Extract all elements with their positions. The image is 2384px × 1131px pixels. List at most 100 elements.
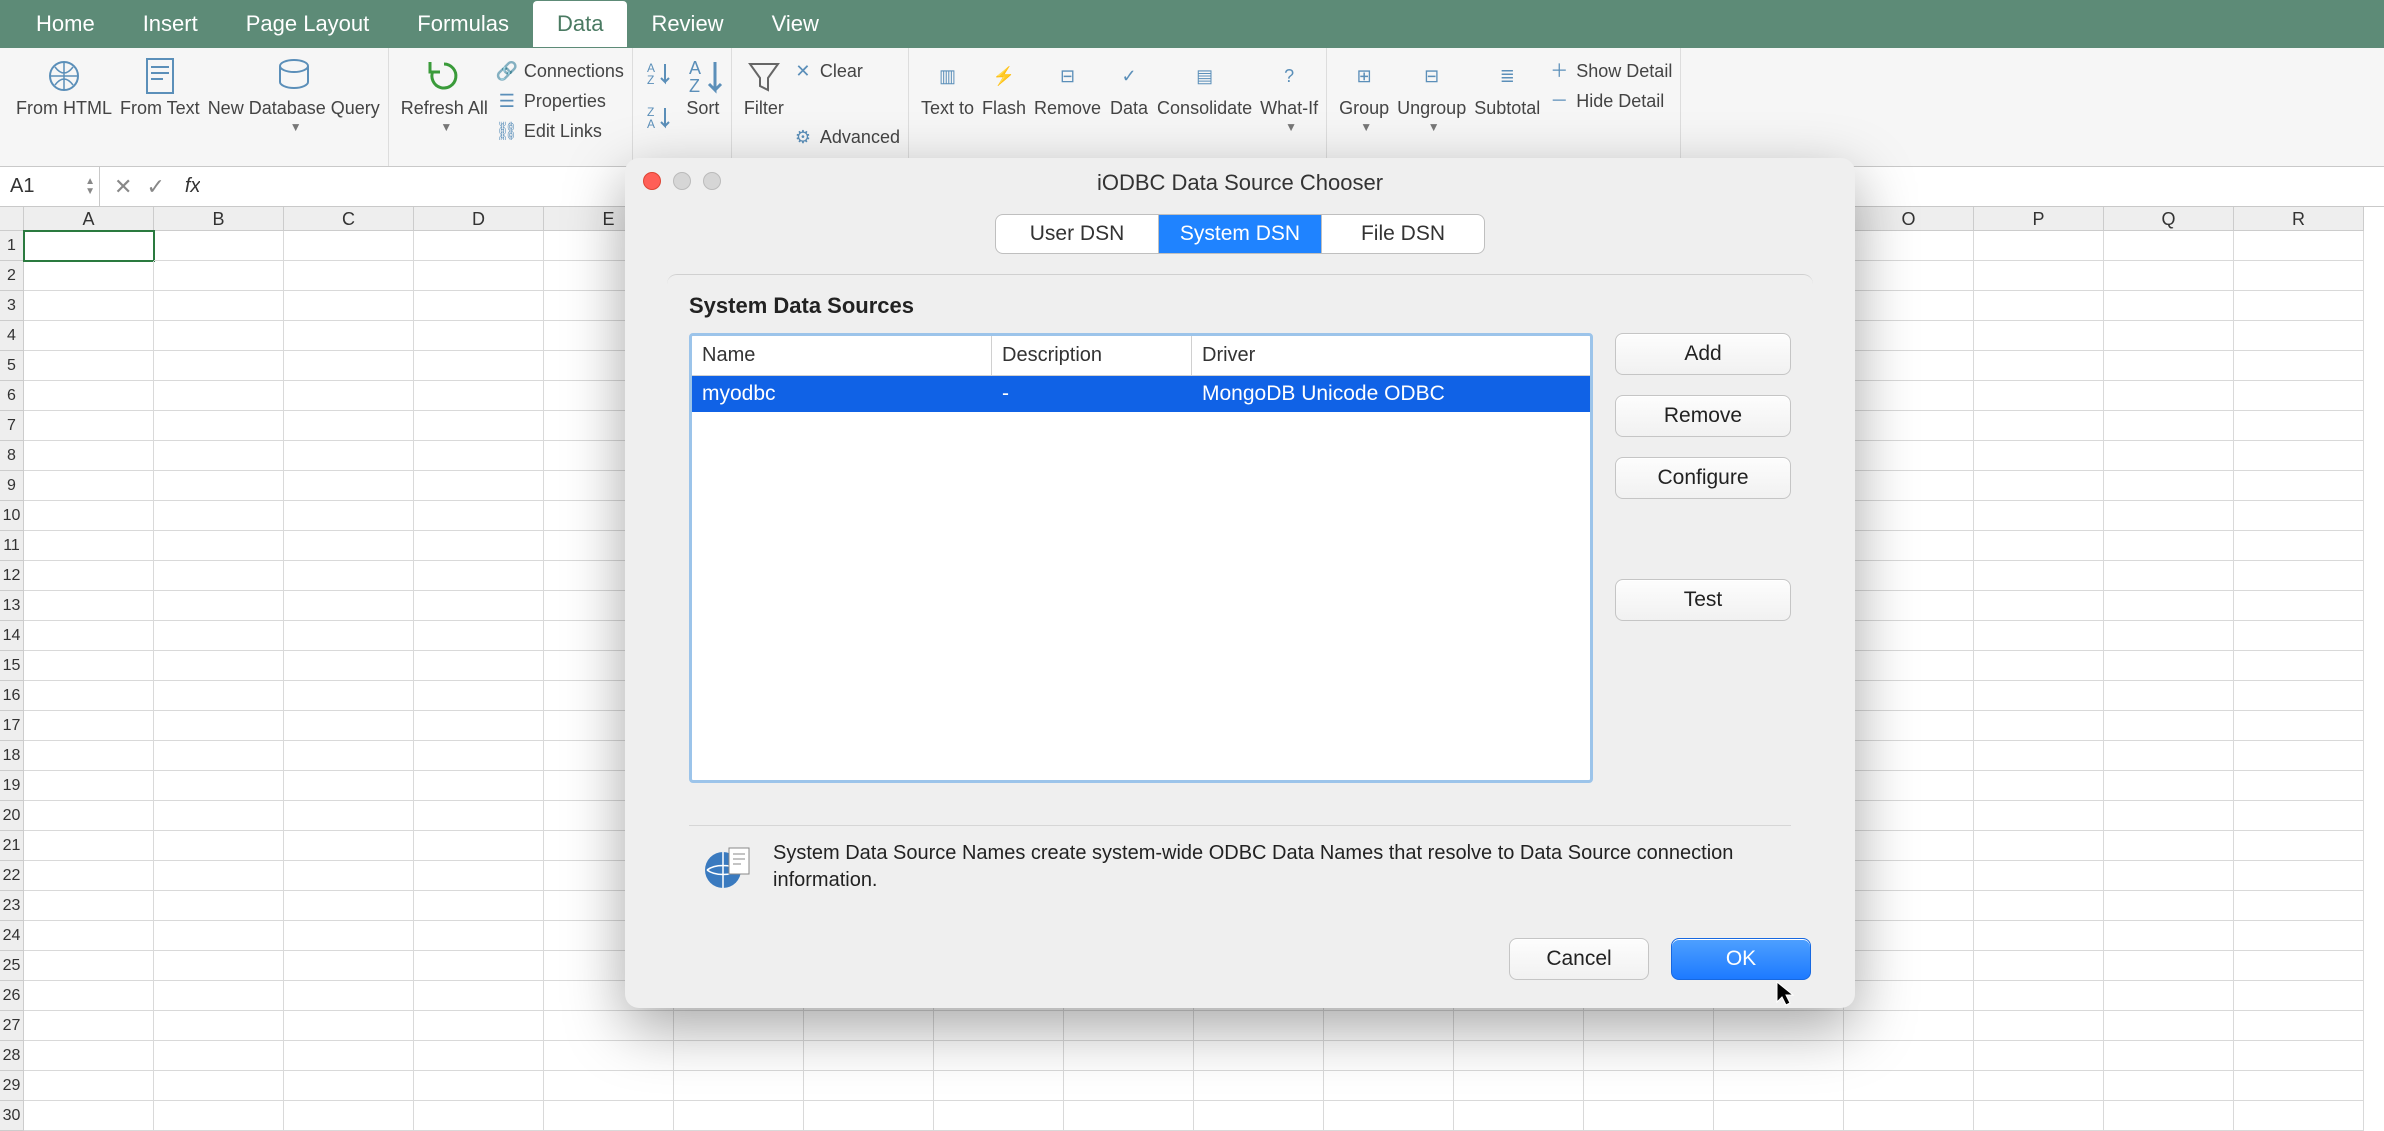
column-header[interactable]: R (2234, 207, 2364, 231)
cell[interactable] (154, 231, 284, 261)
menu-home[interactable]: Home (12, 1, 119, 47)
cell[interactable] (24, 561, 154, 591)
cell[interactable] (1844, 471, 1974, 501)
what-if-button[interactable]: ?What-If▼ (1260, 54, 1318, 134)
select-all-corner[interactable] (0, 207, 24, 231)
cell[interactable] (414, 861, 544, 891)
column-description[interactable]: Description (992, 336, 1192, 375)
cell[interactable] (2234, 501, 2364, 531)
cell[interactable] (24, 621, 154, 651)
cell[interactable] (1974, 471, 2104, 501)
cell[interactable] (804, 1011, 934, 1041)
cell[interactable] (1974, 441, 2104, 471)
cell[interactable] (1194, 1101, 1324, 1131)
cell[interactable] (2104, 621, 2234, 651)
cell[interactable] (24, 831, 154, 861)
cell[interactable] (2234, 741, 2364, 771)
cell[interactable] (1064, 1041, 1194, 1071)
row-header[interactable]: 8 (0, 441, 24, 471)
cell[interactable] (1714, 1101, 1844, 1131)
cell[interactable] (1584, 1041, 1714, 1071)
cell[interactable] (1064, 1101, 1194, 1131)
cell[interactable] (24, 321, 154, 351)
cell[interactable] (284, 411, 414, 441)
cell[interactable] (1974, 981, 2104, 1011)
cell[interactable] (1974, 651, 2104, 681)
flash-fill-button[interactable]: ⚡Flash (982, 54, 1026, 119)
cell[interactable] (24, 711, 154, 741)
cell[interactable] (1844, 261, 1974, 291)
row-header[interactable]: 14 (0, 621, 24, 651)
cell[interactable] (2234, 471, 2364, 501)
cell[interactable] (1064, 1071, 1194, 1101)
cell[interactable] (1454, 1011, 1584, 1041)
cell[interactable] (414, 831, 544, 861)
cell[interactable] (284, 771, 414, 801)
cell[interactable] (1974, 411, 2104, 441)
cell[interactable] (1844, 381, 1974, 411)
cell[interactable] (1844, 351, 1974, 381)
cell[interactable] (284, 861, 414, 891)
cell[interactable] (1974, 801, 2104, 831)
cell[interactable] (1584, 1071, 1714, 1101)
cell[interactable] (414, 261, 544, 291)
row-header[interactable]: 21 (0, 831, 24, 861)
cell[interactable] (1974, 711, 2104, 741)
row-header[interactable]: 18 (0, 741, 24, 771)
row-header[interactable]: 13 (0, 591, 24, 621)
column-header[interactable]: O (1844, 207, 1974, 231)
consolidate-button[interactable]: ▤Consolidate (1157, 54, 1252, 119)
text-to-columns-button[interactable]: ▥Text to (921, 54, 974, 119)
cell[interactable] (284, 561, 414, 591)
cell[interactable] (154, 951, 284, 981)
cell[interactable] (284, 921, 414, 951)
cell[interactable] (24, 1041, 154, 1071)
cell[interactable] (414, 741, 544, 771)
cell[interactable] (544, 1071, 674, 1101)
cell[interactable] (2104, 561, 2234, 591)
cell[interactable] (2104, 351, 2234, 381)
cell[interactable] (1974, 531, 2104, 561)
tab-system-dsn[interactable]: System DSN (1159, 215, 1322, 253)
cell[interactable] (1844, 411, 1974, 441)
cell[interactable] (414, 981, 544, 1011)
cell[interactable] (1844, 831, 1974, 861)
cell[interactable] (1454, 1071, 1584, 1101)
row-header[interactable]: 9 (0, 471, 24, 501)
cell[interactable] (154, 681, 284, 711)
cell[interactable] (2234, 561, 2364, 591)
cell[interactable] (2104, 231, 2234, 261)
menu-page-layout[interactable]: Page Layout (222, 1, 394, 47)
cell[interactable] (2234, 291, 2364, 321)
cell[interactable] (24, 981, 154, 1011)
cell[interactable] (24, 891, 154, 921)
cell[interactable] (934, 1011, 1064, 1041)
clear-button[interactable]: ✕Clear (792, 58, 900, 82)
remove-duplicates-button[interactable]: ⊟Remove (1034, 54, 1101, 119)
cell[interactable] (2104, 981, 2234, 1011)
sort-desc-icon[interactable]: ZA (645, 102, 675, 132)
cell[interactable] (24, 921, 154, 951)
cell[interactable] (674, 1041, 804, 1071)
row-header[interactable]: 5 (0, 351, 24, 381)
cell[interactable] (544, 1011, 674, 1041)
cell[interactable] (2234, 1071, 2364, 1101)
cell[interactable] (284, 741, 414, 771)
cell[interactable] (414, 711, 544, 741)
cell[interactable] (2104, 321, 2234, 351)
cell[interactable] (1584, 1101, 1714, 1131)
from-text-button[interactable]: From Text (120, 54, 200, 119)
cell[interactable] (2234, 891, 2364, 921)
cell[interactable] (24, 771, 154, 801)
cell[interactable] (154, 351, 284, 381)
cell[interactable] (1974, 891, 2104, 921)
refresh-all-button[interactable]: Refresh All ▼ (401, 54, 488, 134)
row-header[interactable]: 4 (0, 321, 24, 351)
cell[interactable] (1714, 1071, 1844, 1101)
cell[interactable] (1844, 951, 1974, 981)
cell[interactable] (154, 1011, 284, 1041)
cell[interactable] (1194, 1011, 1324, 1041)
cell[interactable] (1844, 1071, 1974, 1101)
cell[interactable] (804, 1101, 934, 1131)
cell[interactable] (284, 471, 414, 501)
